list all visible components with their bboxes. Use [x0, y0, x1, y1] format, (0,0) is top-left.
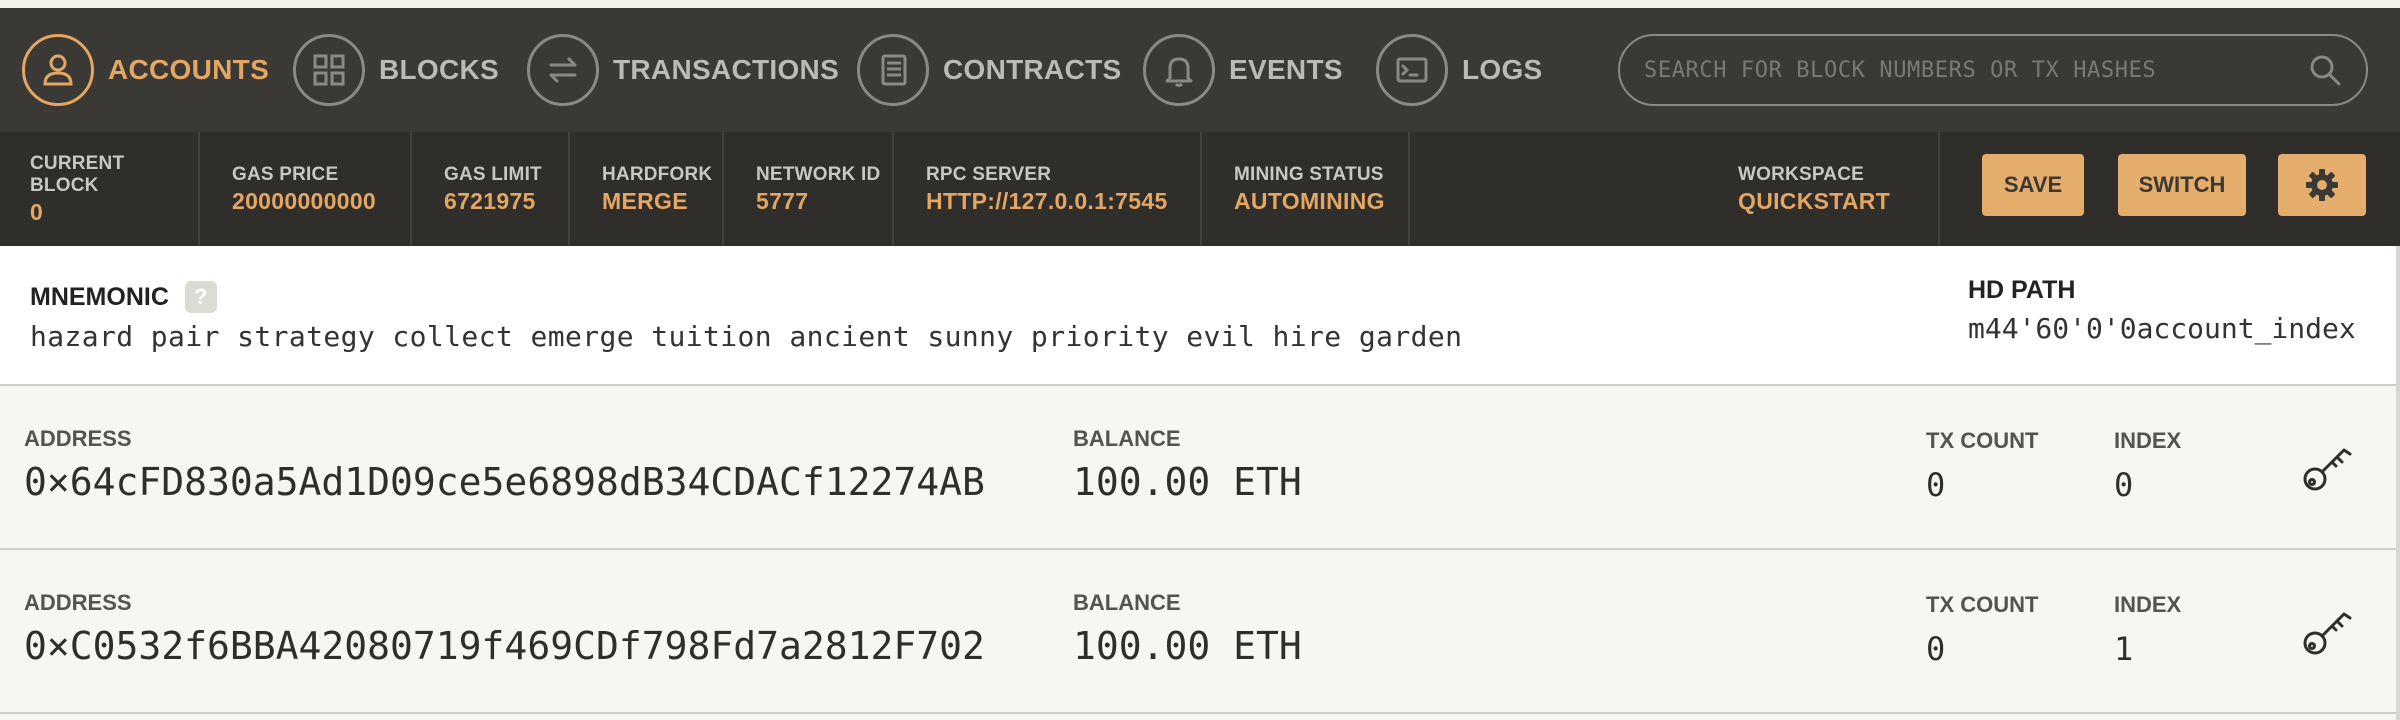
nav-logs[interactable]: LOGS — [1376, 33, 1543, 107]
stat-current-block: CURRENT BLOCK 0 — [0, 132, 200, 246]
switch-button[interactable]: SWITCH — [2118, 154, 2246, 216]
account-row[interactable]: ADDRESS 0×C0532f6BBA42080719f469CDf798Fd… — [0, 552, 2400, 714]
mnemonic-label: MNEMONIC — [30, 282, 169, 311]
stat-value: 5777 — [756, 187, 809, 214]
stat-label: RPC SERVER — [926, 163, 1052, 185]
stat-value: 20000000000 — [232, 187, 377, 214]
index-value: 0 — [2114, 466, 2134, 504]
stat-value: MERGE — [602, 187, 688, 214]
stat-workspace: WORKSPACE QUICKSTART — [1708, 132, 1940, 246]
nav-logs-label: LOGS — [1462, 54, 1543, 85]
index-value: 1 — [2114, 630, 2134, 668]
tx-count-value: 0 — [1926, 630, 1946, 668]
stat-network-id: NETWORK ID 5777 — [726, 132, 894, 246]
balance-value: 100.00 ETH — [1073, 460, 1302, 504]
stat-gas-price: GAS PRICE 20000000000 — [202, 132, 412, 246]
mnemonic-title: MNEMONIC ? — [30, 281, 217, 313]
top-navigation: ACCOUNTS BLOCKS TRANSACTIONS CONTRACTS E… — [0, 8, 2400, 132]
status-bar: CURRENT BLOCK 0 GAS PRICE 20000000000 GA… — [0, 132, 2400, 246]
bell-icon — [1143, 34, 1215, 106]
tx-count-label: TX COUNT — [1926, 592, 2039, 617]
stat-label: CURRENT BLOCK — [30, 152, 125, 196]
stat-mining-status: MINING STATUS AUTOMINING — [1204, 132, 1410, 246]
nav-accounts[interactable]: ACCOUNTS — [22, 33, 269, 107]
stat-hardfork: HARDFORK MERGE — [572, 132, 724, 246]
nav-accounts-label: ACCOUNTS — [108, 54, 270, 85]
stat-rpc-server: RPC SERVER HTTP://127.0.0.1:7545 — [896, 132, 1202, 246]
index-label: INDEX — [2114, 428, 2182, 453]
key-icon[interactable] — [2300, 440, 2354, 494]
document-icon — [857, 34, 929, 106]
address-value: 0×C0532f6BBA42080719f469CDf798Fd7a2812F7… — [24, 624, 985, 668]
nav-transactions[interactable]: TRANSACTIONS — [527, 33, 839, 107]
terminal-icon — [1376, 34, 1448, 106]
scrollbar-track[interactable] — [2396, 246, 2400, 720]
stat-label: GAS PRICE — [232, 163, 339, 185]
save-button[interactable]: SAVE — [1982, 154, 2084, 216]
hd-path-label: HD PATH — [1968, 276, 2076, 304]
address-value: 0×64cFD830a5Ad1D09ce5e6898dB34CDACf12274… — [24, 460, 985, 504]
user-icon — [22, 34, 94, 106]
mnemonic-words: hazard pair strategy collect emerge tuit… — [30, 320, 1463, 353]
nav-blocks[interactable]: BLOCKS — [293, 33, 499, 107]
account-row[interactable]: ADDRESS 0×64cFD830a5Ad1D09ce5e6898dB34CD… — [0, 388, 2400, 550]
stat-label: NETWORK ID — [756, 163, 881, 185]
search-box[interactable]: SEARCH FOR BLOCK NUMBERS OR TX HASHES — [1618, 34, 2368, 106]
tx-count-value: 0 — [1926, 466, 1946, 504]
nav-events-label: EVENTS — [1229, 54, 1343, 85]
balance-label: BALANCE — [1073, 590, 1181, 615]
balance-value: 100.00 ETH — [1073, 624, 1302, 668]
nav-contracts-label: CONTRACTS — [943, 54, 1122, 85]
stat-value: HTTP://127.0.0.1:7545 — [926, 187, 1168, 214]
search-icon[interactable] — [2308, 53, 2342, 87]
stat-label: MINING STATUS — [1234, 163, 1384, 185]
stat-value: QUICKSTART — [1738, 187, 1891, 214]
nav-transactions-label: TRANSACTIONS — [613, 54, 840, 85]
arrows-exchange-icon — [527, 34, 599, 106]
hd-path-value: m44'60'0'0account_index — [1968, 312, 2356, 345]
stat-label: GAS LIMIT — [444, 163, 542, 185]
stat-value: AUTOMINING — [1234, 187, 1385, 214]
gear-icon — [2306, 169, 2338, 201]
key-icon[interactable] — [2300, 604, 2354, 658]
nav-blocks-label: BLOCKS — [379, 54, 500, 85]
stat-value: 0 — [30, 198, 44, 225]
stat-label: HARDFORK — [602, 163, 713, 185]
balance-label: BALANCE — [1073, 426, 1181, 451]
address-label: ADDRESS — [24, 426, 132, 451]
stat-value: 6721975 — [444, 187, 536, 214]
address-label: ADDRESS — [24, 590, 132, 615]
index-label: INDEX — [2114, 592, 2182, 617]
settings-button[interactable] — [2278, 154, 2366, 216]
nav-contracts[interactable]: CONTRACTS — [857, 33, 1121, 107]
help-icon[interactable]: ? — [184, 281, 217, 313]
window-top-strip — [0, 0, 2400, 8]
tx-count-label: TX COUNT — [1926, 428, 2039, 453]
mnemonic-panel: MNEMONIC ? hazard pair strategy collect … — [0, 246, 2400, 386]
stat-gas-limit: GAS LIMIT 6721975 — [414, 132, 570, 246]
search-input[interactable]: SEARCH FOR BLOCK NUMBERS OR TX HASHES — [1644, 58, 2308, 83]
nav-events[interactable]: EVENTS — [1143, 33, 1343, 107]
stat-label: WORKSPACE — [1738, 163, 1865, 185]
grid-icon — [293, 34, 365, 106]
